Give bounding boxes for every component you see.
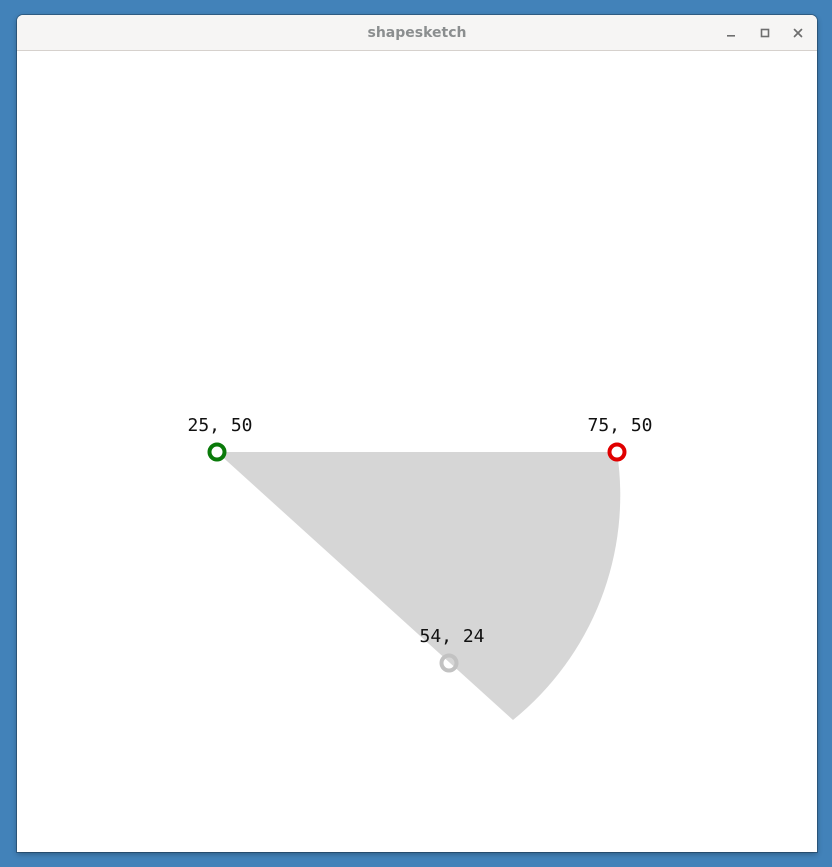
end-point-marker[interactable] <box>607 442 627 462</box>
end-point-label: 75, 50 <box>587 415 652 436</box>
maximize-icon <box>760 28 770 38</box>
title-bar[interactable]: shapesketch <box>17 15 817 51</box>
close-icon <box>793 28 803 38</box>
center-point-label: 54, 24 <box>419 626 484 647</box>
sector-shape <box>217 452 621 720</box>
minimize-icon <box>727 35 735 37</box>
window-title: shapesketch <box>367 25 467 41</box>
drawing-canvas[interactable]: 25, 50 75, 50 54, 24 <box>17 51 817 852</box>
maximize-button[interactable] <box>753 21 777 45</box>
sketch-svg: 25, 50 75, 50 54, 24 <box>187 415 653 720</box>
close-button[interactable] <box>786 21 810 45</box>
minimize-button[interactable] <box>719 21 743 45</box>
app-window: shapesketch 25, 50 75, 50 54, 24 <box>17 15 817 852</box>
start-point-marker[interactable] <box>207 442 227 462</box>
start-point-label: 25, 50 <box>187 415 252 436</box>
